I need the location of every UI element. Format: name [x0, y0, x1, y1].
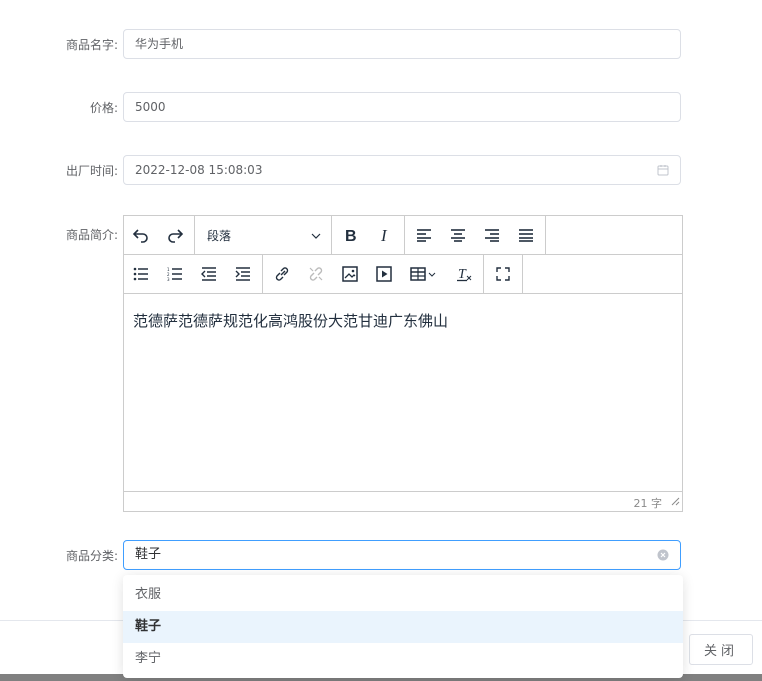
- block-format-value: 段落: [207, 228, 232, 243]
- resize-handle-icon[interactable]: [670, 496, 680, 509]
- editor-content[interactable]: 范德萨范德萨规范化高鸿股份大范甘迪广东佛山: [124, 294, 682, 492]
- price-input[interactable]: 5000: [123, 92, 681, 122]
- align-center-icon[interactable]: [441, 216, 475, 254]
- outdent-icon[interactable]: [192, 255, 226, 293]
- category-value: 鞋子: [135, 547, 162, 562]
- date-picker-input[interactable]: 2022-12-08 15:08:03: [123, 155, 681, 185]
- italic-icon[interactable]: I: [368, 216, 402, 254]
- date-value: 2022-12-08 15:08:03: [135, 163, 263, 177]
- word-count: 21 字: [633, 497, 663, 510]
- date-label: 出厂时间:: [65, 164, 118, 178]
- calendar-icon[interactable]: [657, 156, 669, 184]
- unlink-icon[interactable]: [299, 255, 333, 293]
- price-label: 价格:: [89, 101, 118, 115]
- category-label: 商品分类:: [65, 549, 118, 563]
- clear-icon[interactable]: [657, 541, 669, 569]
- align-right-icon[interactable]: [475, 216, 509, 254]
- svg-text:B: B: [345, 228, 357, 243]
- close-button[interactable]: 关闭: [689, 634, 753, 665]
- align-left-icon[interactable]: [407, 216, 441, 254]
- undo-icon[interactable]: [124, 216, 158, 254]
- bold-icon[interactable]: B: [334, 216, 368, 254]
- media-icon[interactable]: [367, 255, 401, 293]
- dropdown-option[interactable]: 李宁: [123, 643, 683, 675]
- dropdown-option[interactable]: 衣服: [123, 579, 683, 611]
- numbered-list-icon[interactable]: 123: [158, 255, 192, 293]
- link-icon[interactable]: [265, 255, 299, 293]
- dropdown-option-selected[interactable]: 鞋子: [123, 611, 683, 643]
- category-dropdown: 衣服 鞋子 李宁: [123, 575, 683, 678]
- table-icon[interactable]: [401, 255, 447, 293]
- rich-text-editor[interactable]: 段落 B I 1 2 3 T 范德萨范德萨规范化高鸿股份大范甘迪广东佛山 21 …: [123, 215, 683, 512]
- bullet-list-icon[interactable]: [124, 255, 158, 293]
- block-format-select[interactable]: 段落: [195, 227, 331, 244]
- indent-icon[interactable]: [226, 255, 260, 293]
- chevron-down-icon: [311, 228, 321, 242]
- redo-icon[interactable]: [158, 216, 192, 254]
- editor-statusbar: 21 字: [124, 491, 682, 511]
- fullscreen-icon[interactable]: [486, 255, 520, 293]
- editor-toolbar-row-1: 段落 B I: [124, 216, 682, 255]
- name-label: 商品名字:: [65, 38, 118, 52]
- image-icon[interactable]: [333, 255, 367, 293]
- svg-text:I: I: [380, 227, 388, 243]
- remove-format-icon[interactable]: T: [447, 255, 481, 293]
- name-input[interactable]: 华为手机: [123, 29, 681, 59]
- desc-label: 商品简介:: [65, 228, 118, 242]
- svg-text:T: T: [458, 267, 467, 282]
- svg-text:3: 3: [167, 277, 170, 281]
- editor-toolbar-row-2: 123 T: [124, 255, 682, 294]
- category-select[interactable]: 鞋子: [123, 540, 681, 570]
- align-justify-icon[interactable]: [509, 216, 543, 254]
